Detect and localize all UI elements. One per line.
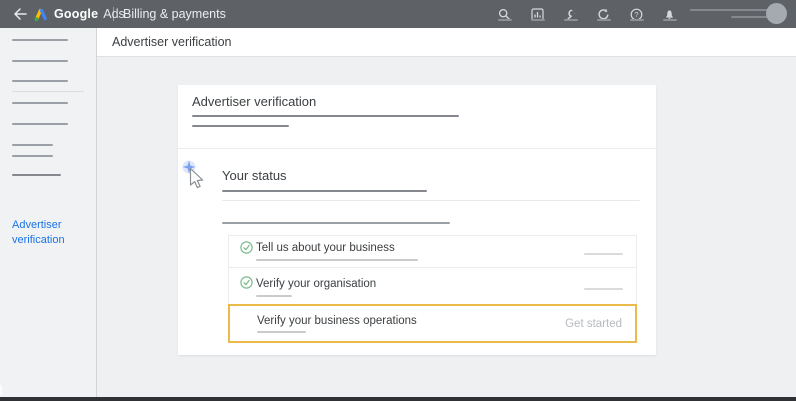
task-skeleton-line [256, 259, 418, 261]
task-row-verify-your-business-operations-highlighted[interactable]: Verify your business operations Get star… [228, 304, 637, 343]
sidebar-skeleton-line [12, 60, 68, 62]
card-section-divider [178, 148, 656, 149]
topbar-icon-group: ? [488, 0, 686, 28]
back-button[interactable] [10, 0, 30, 28]
refresh-button[interactable] [587, 0, 620, 28]
get-started-button[interactable]: Get started [565, 318, 622, 330]
task-label: Verify your business operations [257, 315, 417, 327]
cursor-icon [182, 160, 204, 189]
task-row-tell-us-about-your-business[interactable]: Tell us about your business [229, 236, 636, 268]
icon-underline [563, 19, 578, 21]
skeleton-line [690, 9, 770, 11]
task-label: Verify your organisation [256, 278, 377, 290]
sidebar-divider [12, 91, 84, 92]
sidebar-skeleton-line [12, 80, 68, 82]
icon-underline [530, 19, 545, 21]
card-skeleton-line [192, 125, 289, 127]
brand-ads-label: Ads [103, 7, 125, 21]
card-title: Advertiser verification [192, 94, 317, 109]
top-app-bar: Google Ads Billing & payments ? [0, 0, 796, 28]
topbar-section-title: Billing & payments [123, 7, 226, 21]
search-button[interactable] [488, 0, 521, 28]
tools-button[interactable] [554, 0, 587, 28]
notifications-button[interactable] [653, 0, 686, 28]
account-avatar[interactable] [766, 3, 787, 24]
page-title: Advertiser verification [112, 35, 232, 49]
status-section-title: Your status [222, 168, 287, 183]
card-skeleton-line [222, 222, 450, 224]
bottom-window-edge [0, 397, 796, 401]
google-ads-logo-lockup[interactable]: Google Ads [33, 0, 125, 28]
google-ads-billing-screen: Google Ads Billing & payments ? Advertis… [0, 0, 796, 401]
mouse-cursor-click-indicator [181, 159, 213, 193]
task-label: Tell us about your business [256, 242, 395, 254]
topbar-divider [113, 7, 114, 21]
reports-button[interactable] [521, 0, 554, 28]
screen-edge-notch [0, 385, 2, 395]
icon-underline [596, 19, 611, 21]
check-circle-icon [240, 241, 253, 259]
skeleton-line [731, 16, 770, 18]
sidebar-skeleton-line [12, 144, 53, 146]
sidebar-skeleton-line [12, 123, 68, 125]
task-row-verify-your-organisation[interactable]: Verify your organisation [229, 268, 636, 304]
task-skeleton-line [584, 288, 623, 290]
verification-checklist: Tell us about your business Verify your … [228, 235, 637, 343]
card-skeleton-line [192, 115, 459, 117]
card-skeleton-line [222, 190, 427, 192]
advertiser-verification-card: Advertiser verification Your status Tell… [178, 85, 656, 355]
icon-underline [629, 19, 644, 21]
card-light-divider [222, 200, 640, 201]
sidebar-skeleton-line [12, 102, 68, 104]
sidebar-skeleton-line [12, 39, 68, 41]
page-subheader: Advertiser verification [97, 28, 796, 57]
sidebar-skeleton-line [12, 155, 53, 157]
arrow-left-icon [14, 8, 27, 20]
icon-underline [662, 19, 677, 21]
icon-underline [497, 19, 512, 21]
brand-google-label: Google [54, 7, 99, 21]
check-circle-icon [240, 276, 253, 294]
task-skeleton-line [256, 295, 292, 297]
google-ads-logo-icon [34, 8, 47, 21]
sidebar-item-advertiser-verification[interactable]: Advertiser verification [12, 218, 86, 248]
navigation-sidebar: Advertiser verification [0, 28, 97, 397]
help-button[interactable]: ? [620, 0, 653, 28]
task-skeleton-line [584, 253, 623, 255]
svg-text:?: ? [634, 10, 638, 19]
task-skeleton-line [257, 331, 306, 333]
sidebar-skeleton-line [12, 174, 61, 176]
